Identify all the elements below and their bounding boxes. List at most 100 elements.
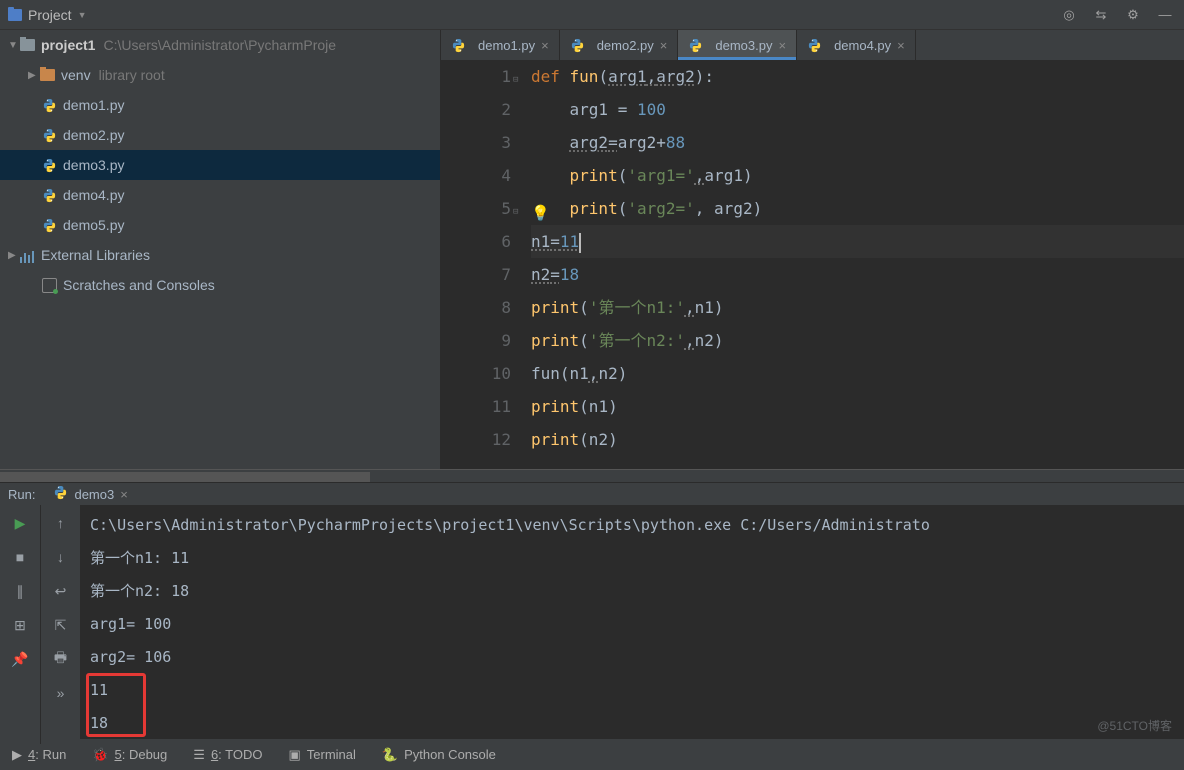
file-demo3.py[interactable]: demo3.py [0,150,440,180]
tab-demo1.py[interactable]: demo1.py × [441,30,560,60]
python-icon [53,485,68,503]
expand-icon[interactable]: ▶ [28,70,40,81]
terminal-icon: ▣ [288,747,300,763]
console-output[interactable]: C:\Users\Administrator\PycharmProjects\p… [80,505,1184,744]
expand-icon[interactable]: ▼ [8,40,20,51]
python-icon [42,128,57,143]
fold-icon[interactable]: ⊟ [513,196,518,229]
python-icon [42,218,57,233]
splitter[interactable] [0,469,1184,483]
layout-button[interactable]: ⊞ [10,615,30,635]
code-line-4[interactable]: print('arg1=',arg1) [531,159,1184,192]
close-icon[interactable]: × [660,38,668,53]
run-panel: Run: demo3 × ▶ ■ ∥ ⊞ 📌 ↑ ↓ ↩ ⇱ 🖶 » C:\Us… [0,483,1184,738]
up-icon[interactable]: ↑ [51,513,71,533]
expand-icon[interactable]: ▶ [8,250,20,261]
run-config-tab[interactable]: demo3 × [45,483,135,505]
project-root[interactable]: ▼ project1 C:\Users\Administrator\Pychar… [0,30,440,60]
python-icon [807,38,822,53]
chevron-down-icon: ▼ [78,10,87,20]
tab-demo4.py[interactable]: demo4.py× [797,30,916,60]
minimize-icon[interactable]: — [1154,4,1176,26]
close-icon[interactable]: × [541,38,549,53]
code-line-1[interactable]: def fun(arg1,arg2): [531,60,1184,93]
file-name: demo2.py [63,127,124,143]
project-toolbar: Project ▼ ◎ ⇆ ⚙ — [0,0,1184,30]
close-icon[interactable]: × [897,38,905,53]
output-line: arg1= 100 [90,608,1174,641]
sb-console[interactable]: 🐍Python Console [382,747,496,763]
gear-icon[interactable]: ⚙ [1122,4,1144,26]
code-line-5[interactable]: print('arg2=', arg2) [531,192,1184,225]
editor: demo1.py×demo2.py×demo3.py×demo4.py× 123… [441,30,1184,469]
more-icon[interactable]: » [51,683,71,703]
file-demo2.py[interactable]: demo2.py [0,120,440,150]
file-name: demo5.py [63,217,124,233]
export-icon[interactable]: ⇱ [51,615,71,635]
code-line-2[interactable]: arg1 = 100 [531,93,1184,126]
output-line: 第一个n1: 11 [90,542,1174,575]
output-line: 第一个n2: 18 [90,575,1174,608]
bug-icon: 🐞 [92,747,108,763]
pin-button[interactable]: 📌 [10,649,30,669]
library-icon [20,248,35,263]
down-icon[interactable]: ↓ [51,547,71,567]
file-demo5.py[interactable]: demo5.py [0,210,440,240]
collapse-icon[interactable]: ⇆ [1090,4,1112,26]
code-line-3[interactable]: arg2=arg2+88 [531,126,1184,159]
code-line-8[interactable]: print('第一个n1:',n1) [531,291,1184,324]
folder-icon [40,69,55,81]
tab-label: demo2.py [597,38,654,53]
project-tree: ▼ project1 C:\Users\Administrator\Pychar… [0,30,441,469]
code-line-11[interactable]: print(n1) [531,390,1184,423]
code-area[interactable]: 123456789101112 ⊟ ⊟ 💡 def fun(arg1,arg2)… [441,60,1184,469]
code-line-6[interactable]: n1=11 [531,225,1184,258]
folder-icon [20,39,35,51]
external-libraries[interactable]: ▶ External Libraries [0,240,440,270]
code-line-10[interactable]: fun(n1,n2) [531,357,1184,390]
output-line: 11 [90,674,1174,707]
code-line-12[interactable]: print(n2) [531,423,1184,456]
scratches[interactable]: Scratches and Consoles [0,270,440,300]
tab-label: demo3.py [715,38,772,53]
python-icon [42,188,57,203]
run-controls-right: ↑ ↓ ↩ ⇱ 🖶 » [40,505,80,744]
print-icon[interactable]: 🖶 [51,649,71,669]
close-icon[interactable]: × [120,487,128,502]
stop-button[interactable]: ■ [10,547,30,567]
file-name: demo3.py [63,157,124,173]
tab-label: demo1.py [478,38,535,53]
sb-debug[interactable]: 🐞5: Debug [92,747,167,763]
tab-demo2.py[interactable]: demo2.py × [560,30,679,60]
file-demo4.py[interactable]: demo4.py [0,180,440,210]
file-name: demo4.py [63,187,124,203]
python-icon [570,38,585,53]
code-line-9[interactable]: print('第一个n2:',n2) [531,324,1184,357]
sb-run[interactable]: ▶4: Run [12,747,66,763]
project-dropdown[interactable]: Project ▼ [8,7,87,23]
python-icon: 🐍 [382,747,398,763]
code-line-7[interactable]: n2=18 [531,258,1184,291]
locate-icon[interactable]: ◎ [1058,4,1080,26]
project-icon [8,9,22,21]
wrap-icon[interactable]: ↩ [51,581,71,601]
sb-terminal[interactable]: ▣Terminal [288,747,355,763]
python-icon [451,38,466,53]
pause-button[interactable]: ∥ [10,581,30,601]
run-header: Run: demo3 × [0,483,1184,505]
close-icon[interactable]: × [778,38,786,53]
rerun-button[interactable]: ▶ [10,513,30,533]
highlight-box [86,673,146,737]
venv-folder[interactable]: ▶ venv library root [0,60,440,90]
file-demo1.py[interactable]: demo1.py [0,90,440,120]
output-line: C:\Users\Administrator\PycharmProjects\p… [90,509,1174,542]
run-config-name: demo3 [74,487,114,502]
run-label: Run: [8,487,35,502]
bulb-icon[interactable]: 💡 [531,197,550,230]
list-icon: ☰ [193,747,205,763]
tab-demo3.py[interactable]: demo3.py × [678,30,797,60]
fold-icon[interactable]: ⊟ [513,64,518,97]
venv-label: venv [61,67,91,83]
scratches-icon [42,278,57,293]
sb-todo[interactable]: ☰6: TODO [193,747,262,763]
